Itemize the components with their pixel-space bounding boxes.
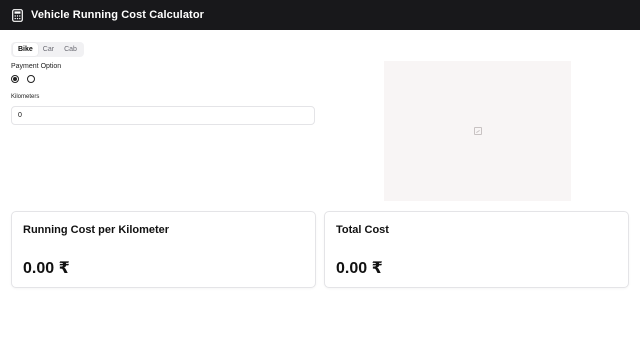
kilometers-label: Kilometers <box>11 94 40 100</box>
vehicle-tabs: Bike Car Cab <box>11 42 84 57</box>
total-cost-title: Total Cost <box>336 224 389 236</box>
payment-option-group <box>11 75 35 83</box>
running-cost-card: Running Cost per Kilometer 0.00 ₹ <box>11 211 316 288</box>
app-header: Vehicle Running Cost Calculator <box>0 0 640 30</box>
calculator-icon <box>11 8 24 22</box>
kilometers-input[interactable] <box>11 106 315 125</box>
total-cost-card: Total Cost 0.00 ₹ <box>324 211 629 288</box>
payment-radio-2[interactable] <box>27 75 35 83</box>
broken-image-icon <box>473 127 482 135</box>
running-cost-value: 0.00 ₹ <box>23 260 70 277</box>
running-cost-title: Running Cost per Kilometer <box>23 224 170 236</box>
payment-option-label: Payment Option <box>11 63 62 70</box>
vehicle-image-placeholder <box>384 61 571 201</box>
app-title: Vehicle Running Cost Calculator <box>31 9 205 21</box>
tab-car[interactable]: Car <box>38 43 59 56</box>
radio-selected-dot <box>13 77 17 81</box>
total-cost-value: 0.00 ₹ <box>336 260 383 277</box>
payment-radio-1[interactable] <box>11 75 19 83</box>
tab-bike[interactable]: Bike <box>13 43 38 56</box>
tab-cab[interactable]: Cab <box>59 43 82 56</box>
